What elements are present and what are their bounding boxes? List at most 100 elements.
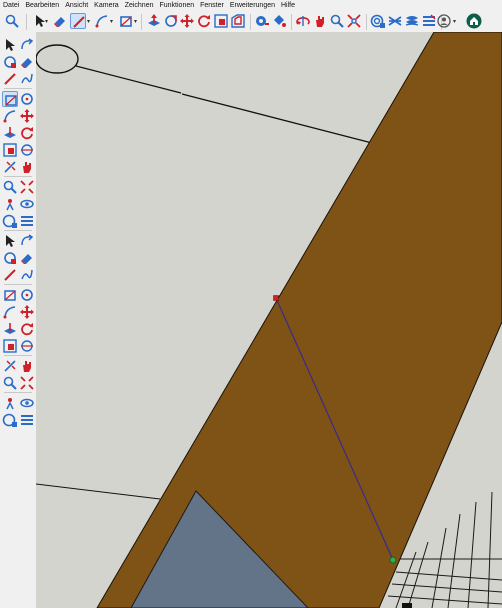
menu-funktionen[interactable]: Funktionen xyxy=(156,0,197,11)
menu-fenster[interactable]: Fenster xyxy=(197,0,227,11)
extension-warehouse-icon[interactable] xyxy=(466,13,482,29)
3d-text-icon[interactable] xyxy=(19,267,35,283)
zoom-icon[interactable] xyxy=(2,321,18,337)
axes-icon[interactable] xyxy=(2,267,18,283)
search-icon[interactable] xyxy=(4,13,20,29)
push-pull-icon[interactable] xyxy=(19,179,35,195)
model-viewport[interactable] xyxy=(36,32,502,608)
polygon-icon[interactable] xyxy=(19,125,35,141)
pie-icon[interactable] xyxy=(19,159,35,175)
walk-icon[interactable] xyxy=(19,358,35,374)
pan-icon[interactable] xyxy=(19,304,35,320)
components-icon[interactable] xyxy=(370,13,386,29)
styles-icon[interactable] xyxy=(404,13,420,29)
palette-separator xyxy=(4,392,32,393)
eraser-icon[interactable] xyxy=(52,13,68,29)
two-point-arc-icon[interactable] xyxy=(19,142,35,158)
sandbox-icon[interactable] xyxy=(19,375,35,391)
push-pull-icon[interactable] xyxy=(146,13,162,29)
palette-separator xyxy=(4,88,32,89)
menu-erweiterungen[interactable]: Erweiterungen xyxy=(227,0,278,11)
zoom-window-icon[interactable] xyxy=(19,321,35,337)
chevron-down-icon[interactable]: ▾ xyxy=(87,18,90,25)
orbit-icon[interactable] xyxy=(2,304,18,320)
eraser-icon[interactable] xyxy=(19,54,35,70)
position-camera-icon[interactable] xyxy=(2,358,18,374)
menu-kamera[interactable]: Kamera xyxy=(91,0,122,11)
offset-icon[interactable] xyxy=(19,213,35,229)
palette-separator xyxy=(4,284,32,285)
toolbar-separator xyxy=(141,14,142,30)
pan-icon[interactable] xyxy=(312,13,328,29)
scale-icon[interactable] xyxy=(213,13,229,29)
materials-icon[interactable] xyxy=(387,13,403,29)
zoom-extents-icon[interactable] xyxy=(2,338,18,354)
three-point-arc-icon[interactable] xyxy=(2,159,18,175)
zoom-extents-icon[interactable] xyxy=(346,13,362,29)
arc-icon[interactable] xyxy=(2,142,18,158)
account-icon[interactable] xyxy=(436,13,452,29)
menu-ansicht[interactable]: Ansicht xyxy=(62,0,91,11)
menu-bearbeiten[interactable]: Bearbeiten xyxy=(22,0,62,11)
palette-separator xyxy=(4,355,32,356)
chevron-down-icon[interactable]: ▾ xyxy=(453,18,456,25)
section-display-icon[interactable] xyxy=(19,287,35,303)
rotate-icon[interactable] xyxy=(196,13,212,29)
inference-point-marker xyxy=(389,556,397,564)
components-icon[interactable] xyxy=(2,71,18,87)
chevron-down-icon[interactable]: ▾ xyxy=(45,18,48,25)
chevron-down-icon[interactable]: ▾ xyxy=(110,18,113,25)
previous-view-icon[interactable] xyxy=(19,338,35,354)
scenes-icon[interactable] xyxy=(19,412,35,428)
rotate-icon[interactable] xyxy=(2,196,18,212)
menu-datei[interactable]: Datei xyxy=(0,0,22,11)
scale-icon[interactable] xyxy=(2,213,18,229)
follow-me-icon[interactable] xyxy=(19,196,35,212)
left-tool-palette xyxy=(0,32,37,608)
model-canvas[interactable] xyxy=(36,32,502,608)
zoom-icon[interactable] xyxy=(329,13,345,29)
chevron-down-icon[interactable]: ▾ xyxy=(134,18,137,25)
toolbar-separator xyxy=(250,14,251,30)
move-icon[interactable] xyxy=(2,179,18,195)
rectangle-icon[interactable] xyxy=(118,13,134,29)
menu-zeichnen[interactable]: Zeichnen xyxy=(122,0,157,11)
move-icon[interactable] xyxy=(179,13,195,29)
paint-bucket-icon[interactable] xyxy=(271,13,287,29)
text-icon[interactable] xyxy=(19,250,35,266)
orbit-icon[interactable] xyxy=(295,13,311,29)
follow-me-icon[interactable] xyxy=(163,13,179,29)
small-dark-rect xyxy=(402,603,412,608)
pencil-line-icon[interactable] xyxy=(2,91,18,107)
look-around-icon[interactable] xyxy=(2,375,18,391)
components-icon[interactable] xyxy=(2,395,18,411)
offset-icon[interactable] xyxy=(230,13,246,29)
select-arrow-icon[interactable] xyxy=(2,37,18,53)
arc-icon[interactable] xyxy=(94,13,110,29)
tape-measure-icon[interactable] xyxy=(2,233,18,249)
rotated-rectangle-icon[interactable] xyxy=(19,108,35,124)
rectangle-icon[interactable] xyxy=(2,108,18,124)
palette-separator xyxy=(4,176,32,177)
section-plane-icon[interactable] xyxy=(2,287,18,303)
menu-hilfe[interactable]: Hilfe xyxy=(278,0,298,11)
toolbar-separator xyxy=(291,14,292,30)
palette-separator xyxy=(4,230,32,231)
circle-icon[interactable] xyxy=(2,125,18,141)
layers-icon[interactable] xyxy=(421,13,437,29)
freehand-icon[interactable] xyxy=(19,91,35,107)
tag-eraser-icon[interactable] xyxy=(19,71,35,87)
paint-bucket-icon[interactable] xyxy=(2,54,18,70)
toolbar-separator xyxy=(366,14,367,30)
dimension-icon[interactable] xyxy=(19,233,35,249)
layers-icon[interactable] xyxy=(2,412,18,428)
endpoint-marker xyxy=(273,295,279,301)
styles-icon[interactable] xyxy=(19,395,35,411)
lasso-select-icon[interactable] xyxy=(19,37,35,53)
main-toolbar: ▾ ▾ ▾ ▾ ▾ xyxy=(0,11,502,33)
menu-bar: Datei Bearbeiten Ansicht Kamera Zeichnen… xyxy=(0,0,502,11)
tape-measure-icon[interactable] xyxy=(254,13,270,29)
toolbar-separator xyxy=(26,14,27,30)
pencil-line-icon[interactable] xyxy=(70,13,86,29)
protractor-icon[interactable] xyxy=(2,250,18,266)
